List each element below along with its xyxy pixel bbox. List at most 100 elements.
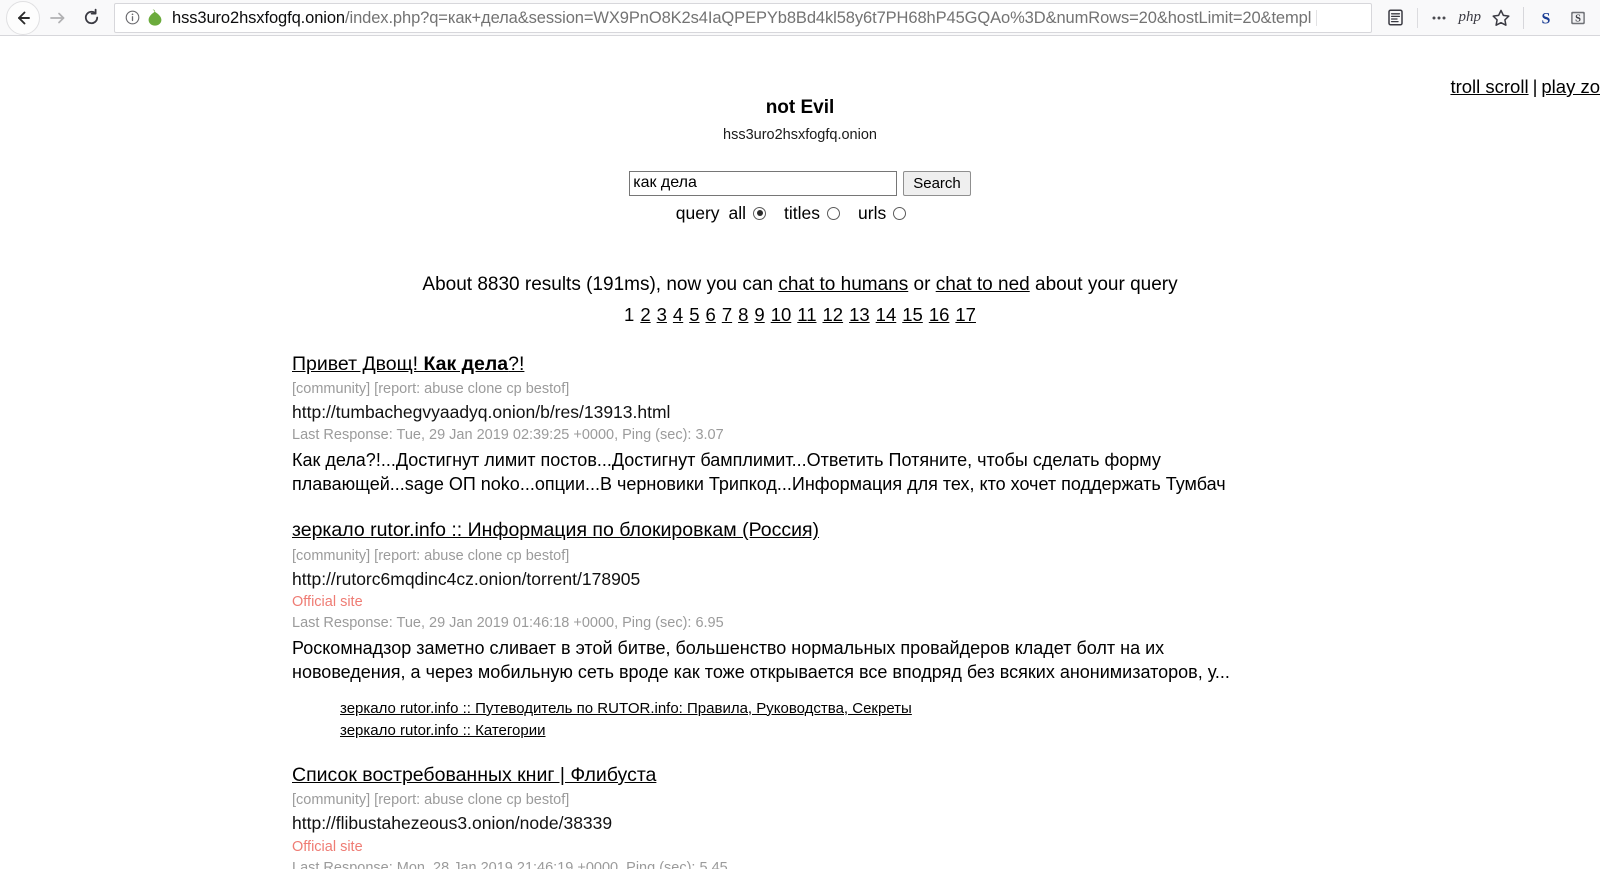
pagination-page-link[interactable]: 4 [673,304,683,325]
pagination-page-link[interactable]: 2 [640,304,650,325]
search-result: Список востребованных книг | Флибуста [co… [292,763,1580,869]
info-circle-icon[interactable] [125,10,140,25]
forward-arrow-icon [50,12,65,23]
page-content: troll scroll | play zo not Evil hss3uro2hs… [0,36,1600,869]
pagination-page-link[interactable]: 6 [706,304,716,325]
result-title-text: Привет Двощ! [292,352,424,375]
site-header: not Evil hss3uro2hsxfogfq.onion [0,36,1600,143]
site-domain: hss3uro2hsxfogfq.onion [723,126,877,143]
url-path: /index.php?q=как+дела&session=WX9PnO8K2s… [345,8,1312,27]
url-host: hss3uro2hsxfogfq.onion [172,8,346,27]
result-last-response: Last Response: Tue, 29 Jan 2019 02:39:25… [292,426,724,443]
play-zoom-link[interactable]: play zo [1541,76,1600,97]
scope-option-titles-label: titles [784,202,821,223]
troll-scroll-link[interactable]: troll scroll [1450,76,1528,97]
pagination-page-link[interactable]: 11 [797,304,816,325]
pagination-page-link[interactable]: 5 [689,304,699,325]
reader-mode-icon [1388,9,1403,26]
result-snippet: Роскомнадзор заметно сливает в этой битв… [292,638,1230,682]
pagination-page-link[interactable]: 15 [902,304,923,325]
address-bar[interactable]: hss3uro2hsxfogfq.onion/index.php?q=как+д… [114,2,1372,33]
scope-radio-all[interactable] [753,206,767,220]
scope-label: query [675,202,720,223]
reload-icon [84,8,98,25]
search-button[interactable]: Search [903,170,971,196]
summary-middle: or [908,273,936,295]
summary-prefix: About 8830 results (191ms), now you can [422,273,779,295]
result-tags[interactable]: [community] [report: abuse clone cp best… [292,547,1580,566]
result-official-badge: Official site [292,839,363,856]
php-indicator[interactable]: php [1455,9,1486,26]
scope-option-all[interactable]: all [729,203,779,224]
result-title-text-tail: ?! [508,352,525,375]
results-list: Привет Двощ! Как дела?! [community] [repo… [0,352,1600,869]
svg-text:S: S [1542,10,1551,27]
result-last-response: Last Response: Tue, 29 Jan 2019 01:46:18… [292,615,724,632]
corner-separator: | [1532,76,1538,97]
reload-button[interactable] [74,1,108,35]
scope-option-all-label: all [728,202,747,223]
result-tags[interactable]: [community] [report: abuse clone cp best… [292,791,1580,810]
result-title-link[interactable]: Список востребованных книг | Флибуста [292,763,656,787]
s-screenshot-extension-icon: S [1571,11,1585,24]
result-sublink[interactable]: зеркало rutor.info :: Путеводитель по RU… [340,699,1580,719]
result-title-highlight: Как дела [423,352,509,375]
toolbar-divider [1416,7,1418,28]
result-url[interactable]: http://rutorc6mqdinc4cz.onion/torrent/17… [292,569,1580,591]
results-summary: About 8830 results (191ms), now you can … [0,274,1600,296]
scope-option-urls-label: urls [858,202,887,223]
scope-radio-urls[interactable] [893,206,907,220]
search-result: Привет Двощ! Как дела?! [community] [repo… [292,352,1580,496]
onion-icon [148,9,162,26]
reader-mode-button[interactable] [1381,3,1411,33]
result-tags[interactable]: [community] [report: abuse clone cp best… [292,380,1580,399]
pagination-page-link[interactable]: 9 [754,304,764,325]
extension-screenshot-button[interactable]: S [1563,3,1593,33]
extension-s-button[interactable]: S [1531,3,1561,33]
scope-option-urls[interactable]: urls [858,203,918,224]
chat-to-ned-link[interactable]: chat to ned [936,274,1030,295]
pagination-current-page: 1 [624,303,635,325]
pagination-page-link[interactable]: 13 [849,304,870,325]
result-last-response: Last Response: Mon, 28 Jan 2019 21:46:19… [292,860,728,869]
page-title: not Evil [765,97,835,118]
forward-button[interactable] [40,1,74,35]
pagination-page-link[interactable]: 12 [823,304,844,325]
back-button[interactable] [6,0,40,35]
result-title-link[interactable]: зеркало rutor.info :: Информация по блок… [292,518,819,542]
chat-to-humans-link[interactable]: chat to humans [778,274,908,295]
svg-text:S: S [1575,13,1581,24]
search-scope-options: query all titles urls [0,203,1600,224]
result-url[interactable]: http://flibustahezeous3.onion/node/38339 [292,813,1580,835]
pagination: 1 2 3 4 5 6 7 8 9 10 11 12 13 14 15 16 17 [0,304,1600,326]
corner-links: troll scroll | play zo [1450,76,1600,98]
star-bookmark-icon [1492,9,1510,26]
pagination-page-link[interactable]: 17 [955,304,976,325]
url-text[interactable]: hss3uro2hsxfogfq.onion/index.php?q=как+д… [172,4,1367,32]
pagination-page-link[interactable]: 8 [738,304,748,325]
pagination-page-link[interactable]: 10 [771,304,792,325]
page-actions-button[interactable] [1424,3,1454,33]
browser-toolbar: hss3uro2hsxfogfq.onion/index.php?q=как+д… [0,0,1600,36]
extensions-divider [1523,6,1524,29]
ellipsis-menu-icon [1432,16,1445,19]
result-url[interactable]: http://tumbachegvyaadyq.onion/b/res/1391… [292,402,1580,424]
summary-suffix: about your query [1029,273,1178,295]
result-sublink[interactable]: зеркало rutor.info :: Категории [340,721,1580,741]
scope-radio-titles[interactable] [827,206,841,220]
scope-option-titles[interactable]: titles [784,203,852,224]
pagination-page-link[interactable]: 7 [722,304,732,325]
back-arrow-icon [18,11,30,24]
pagination-page-link[interactable]: 14 [876,304,897,325]
bookmark-button[interactable] [1486,3,1516,33]
result-snippet: Как дела?!...Достигнут лимит постов...До… [292,449,1226,494]
result-title-link[interactable]: Привет Двощ! Как дела?! [292,352,524,376]
search-result: зеркало rutor.info :: Информация по блок… [292,518,1580,741]
result-sublinks: зеркало rutor.info :: Путеводитель по RU… [292,699,1580,742]
search-input[interactable] [629,170,898,196]
result-official-badge: Official site [292,594,363,611]
pagination-page-link[interactable]: 3 [657,304,667,325]
pagination-page-link[interactable]: 16 [929,304,950,325]
search-form: Search [0,170,1600,196]
s-extension-icon: S [1542,10,1551,27]
